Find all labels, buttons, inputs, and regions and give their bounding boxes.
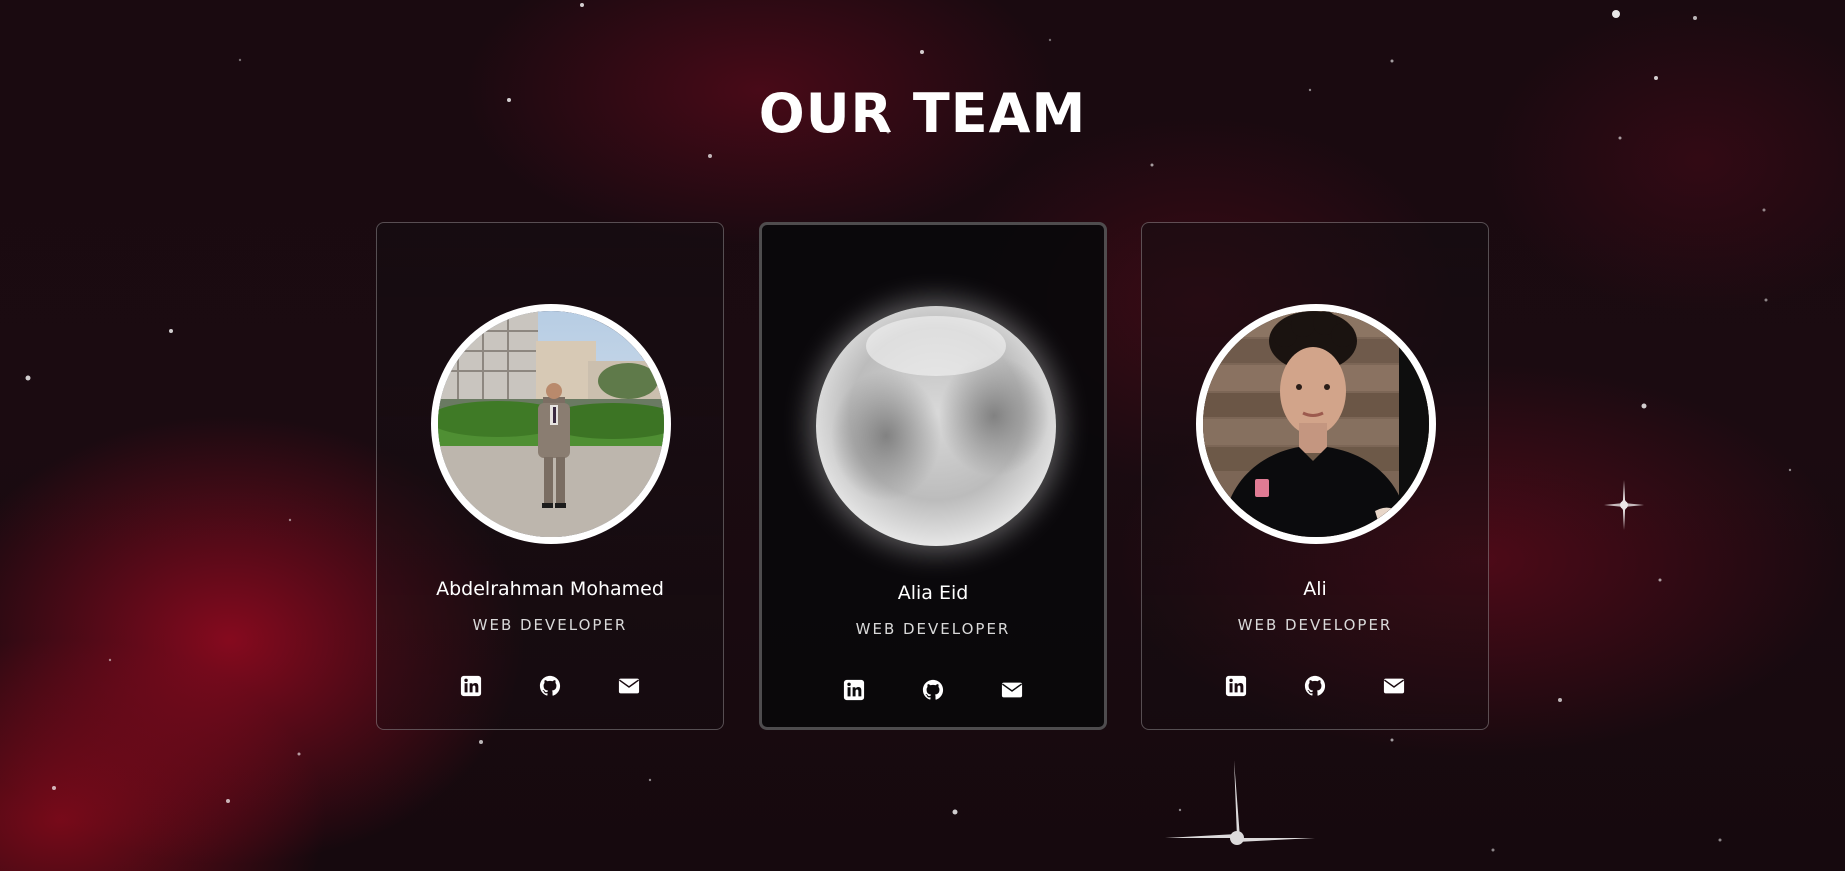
- email-icon[interactable]: [618, 675, 640, 697]
- github-icon[interactable]: [1304, 675, 1326, 697]
- social-links: [762, 679, 1104, 701]
- github-icon[interactable]: [539, 675, 561, 697]
- member-name: Alia Eid: [897, 582, 969, 604]
- team-card: Ali WEB DEVELOPER: [1141, 222, 1489, 730]
- member-name: Abdelrahman Mohamed: [436, 578, 664, 600]
- member-avatar: [431, 304, 671, 544]
- github-icon[interactable]: [922, 679, 944, 701]
- member-role: WEB DEVELOPER: [1237, 616, 1393, 634]
- member-role: WEB DEVELOPER: [472, 616, 628, 634]
- email-icon[interactable]: [1383, 675, 1405, 697]
- team-card: Abdelrahman Mohamed WEB DEVELOPER: [376, 222, 724, 730]
- linkedin-icon[interactable]: [460, 675, 482, 697]
- linkedin-icon[interactable]: [1225, 675, 1247, 697]
- page-title: OUR TEAM: [758, 82, 1087, 145]
- member-avatar: [1196, 304, 1436, 544]
- email-icon[interactable]: [1001, 679, 1023, 701]
- linkedin-icon[interactable]: [843, 679, 865, 701]
- social-links: [377, 675, 723, 697]
- team-card: Alia Eid WEB DEVELOPER: [759, 222, 1107, 730]
- member-name: Ali: [1303, 578, 1327, 600]
- social-links: [1142, 675, 1488, 697]
- member-avatar: [816, 306, 1056, 546]
- member-role: WEB DEVELOPER: [855, 620, 1011, 638]
